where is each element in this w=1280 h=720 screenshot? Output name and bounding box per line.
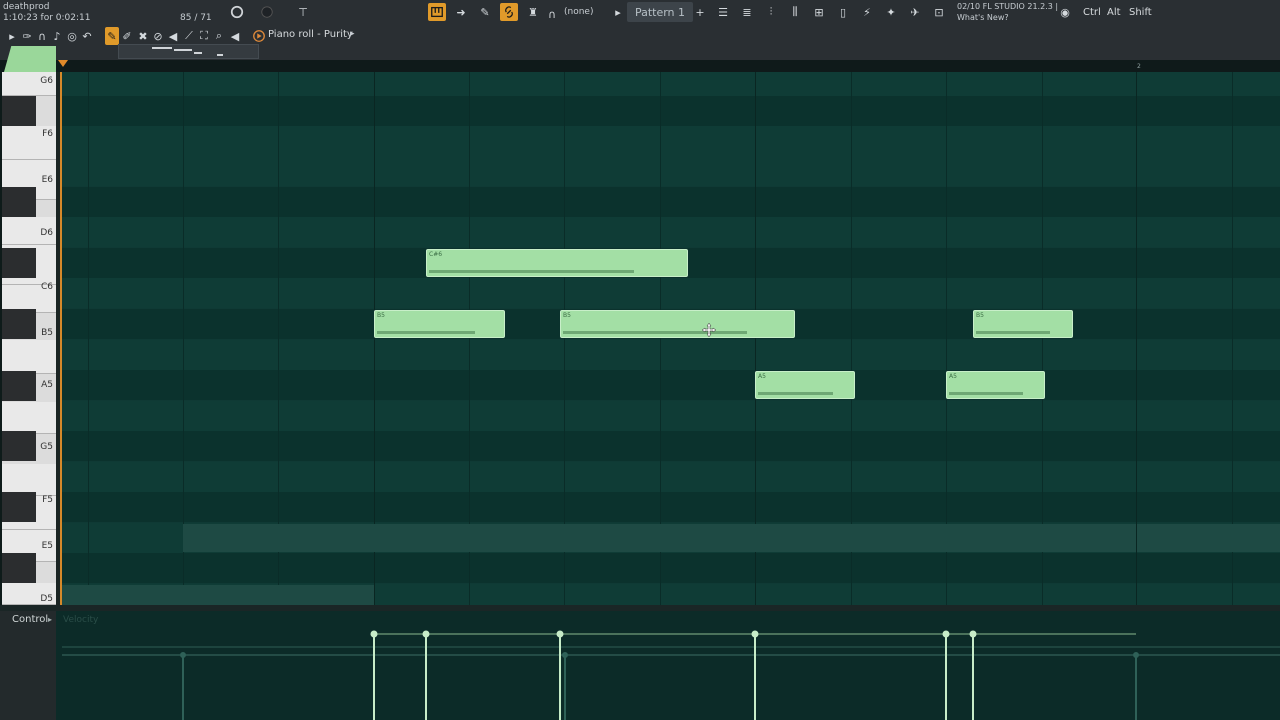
undo-icon[interactable]: ↶ [80, 27, 94, 45]
main-toolbar: deathprod 1:10:23 for 0:02:11 85 / 71 ⊤ … [0, 0, 1280, 27]
note-a5[interactable]: A5 [946, 371, 1045, 399]
note-b5[interactable]: B5 [973, 310, 1073, 338]
piano-roll-toolbar: ▸ ✑ ∩ ♪ ◎ ↶ ✎ ✐ ✖ ⊘ ◀ ⟋ ⛶ ⌕ ◀ Piano roll… [0, 26, 1280, 60]
master-volume-knob-icon[interactable] [228, 3, 246, 21]
slice-tool-icon[interactable]: ⟋ [182, 27, 196, 45]
note-label: A5 [949, 373, 957, 380]
event-editor-sidebar [0, 611, 56, 720]
zoom-tool-icon[interactable]: ⌕ [212, 27, 226, 45]
whats-new-link[interactable]: What's New? [957, 13, 1009, 22]
cpu-meter: 85 / 71 [180, 13, 212, 23]
black-key[interactable] [2, 96, 36, 126]
key-label-e6: E6 [41, 175, 53, 185]
ctrl-key[interactable]: Ctrl [1083, 7, 1101, 18]
key-label-f5: F5 [42, 495, 53, 505]
black-key[interactable] [2, 248, 36, 278]
key-label-f6: F6 [42, 129, 53, 139]
select-tool-icon[interactable]: ⛶ [197, 27, 211, 45]
alt-key[interactable]: Alt [1107, 7, 1121, 18]
note-label: B5 [377, 312, 385, 319]
black-key[interactable] [2, 187, 36, 217]
black-key[interactable] [2, 309, 36, 339]
magnet-snap-icon[interactable]: ∩ [35, 27, 49, 45]
channel-icon[interactable] [251, 27, 267, 45]
mute-tool-icon[interactable]: ⊘ [151, 27, 165, 45]
black-key[interactable] [2, 371, 36, 401]
link-icon[interactable] [500, 3, 518, 21]
black-key[interactable] [2, 492, 36, 522]
record-icon[interactable]: ◎ [65, 27, 79, 45]
note-label: B5 [976, 312, 984, 319]
globe-icon[interactable]: ◉ [1056, 3, 1074, 21]
control-selector[interactable]: Control [12, 614, 48, 625]
timeline-ruler[interactable] [62, 60, 1280, 72]
project-name: deathprod [3, 2, 50, 12]
ghost-note [183, 524, 1136, 552]
key-label-g5: G5 [40, 442, 53, 452]
file-icon[interactable]: ▯ [834, 3, 852, 21]
mixer-icon[interactable]: ⫼ [786, 3, 804, 21]
piano-roll-view-icon[interactable] [428, 3, 446, 21]
note-b5[interactable]: B5 [560, 310, 795, 338]
shop-icon[interactable]: ⊡ [930, 3, 948, 21]
key-label-a5: A5 [41, 380, 53, 390]
key-label-c6: C6 [40, 282, 53, 292]
key-label-e5: E5 [41, 541, 53, 551]
note-icon[interactable]: ♪ [50, 27, 64, 45]
shift-key[interactable]: Shift [1129, 7, 1152, 18]
playback-tool-icon[interactable]: ◀ [228, 27, 242, 45]
ruler-bar-2: 2 [1137, 63, 1141, 70]
magnet-icon[interactable]: ∩ [546, 5, 558, 23]
note-grid[interactable] [62, 72, 1280, 605]
note-label: C#6 [429, 251, 443, 258]
slip-tool-icon[interactable]: ◀ [166, 27, 180, 45]
key-label-d6: D6 [40, 228, 53, 238]
pen-icon[interactable]: ✎ [476, 3, 494, 21]
playlist-icon[interactable]: ☰ [714, 3, 732, 21]
key-icon[interactable]: ✑ [20, 27, 34, 45]
note-label: B5 [563, 312, 571, 319]
browser-icon[interactable]: ⊞ [810, 3, 828, 21]
tempo-icon[interactable]: ✦ [882, 3, 900, 21]
key-label-d5: D5 [40, 594, 53, 604]
piano-roll-tab[interactable] [4, 46, 56, 72]
key-label-g6: G6 [40, 76, 53, 86]
delete-tool-icon[interactable]: ✖ [136, 27, 150, 45]
control-dropdown-icon[interactable]: ▸ [48, 615, 52, 624]
note-b5[interactable]: B5 [374, 310, 505, 338]
pattern-prev-icon[interactable]: ▸ [612, 3, 624, 21]
master-pitch-knob-icon[interactable] [258, 3, 276, 21]
menu-arrow-icon[interactable]: ▸ [5, 27, 19, 45]
note-csharp6[interactable]: C#6 [426, 249, 688, 277]
version-info: 02/10 FL STUDIO 21.2.3 | [957, 2, 1059, 11]
piano-roll-icon[interactable]: ⫶ [762, 3, 780, 21]
ghost-note [62, 585, 374, 605]
piano-roll-title: Piano roll - Purity [268, 29, 353, 40]
key-label-b5: B5 [41, 328, 53, 338]
time-info: 1:10:23 for 0:02:11 [3, 13, 91, 23]
black-key[interactable] [2, 553, 36, 583]
arrow-right-icon[interactable]: ➜ [452, 3, 470, 21]
send-icon[interactable]: ✈ [906, 3, 924, 21]
ghost-note [1137, 524, 1280, 552]
channel-rack-icon[interactable]: ≣ [738, 3, 756, 21]
step-sequencer-preview[interactable] [118, 44, 259, 59]
pattern-selector[interactable]: Pattern 1 [627, 2, 693, 22]
plugin-icon[interactable]: ⚡ [858, 3, 876, 21]
draw-tool-icon[interactable]: ✎ [105, 27, 119, 45]
velocity-lane[interactable] [62, 611, 1280, 720]
note-a5[interactable]: A5 [755, 371, 855, 399]
piano-keyboard[interactable]: G6 F6 E6 D6 C6 B5 A5 G5 F5 E5 D5 [2, 72, 56, 605]
playhead-marker[interactable] [58, 60, 68, 67]
move-cursor-icon [701, 322, 717, 338]
snap-selector[interactable]: (none) [564, 7, 593, 17]
note-label: A5 [758, 373, 766, 380]
paint-tool-icon[interactable]: ✐ [120, 27, 134, 45]
pattern-label: Pattern 1 [634, 5, 686, 19]
black-key[interactable] [2, 431, 36, 461]
tempo-tap-icon[interactable]: ⊤ [294, 3, 312, 21]
stamp-icon[interactable]: ♜ [524, 3, 542, 21]
title-dropdown-icon[interactable]: ▸ [350, 29, 355, 39]
add-pattern-icon[interactable]: + [694, 3, 706, 21]
